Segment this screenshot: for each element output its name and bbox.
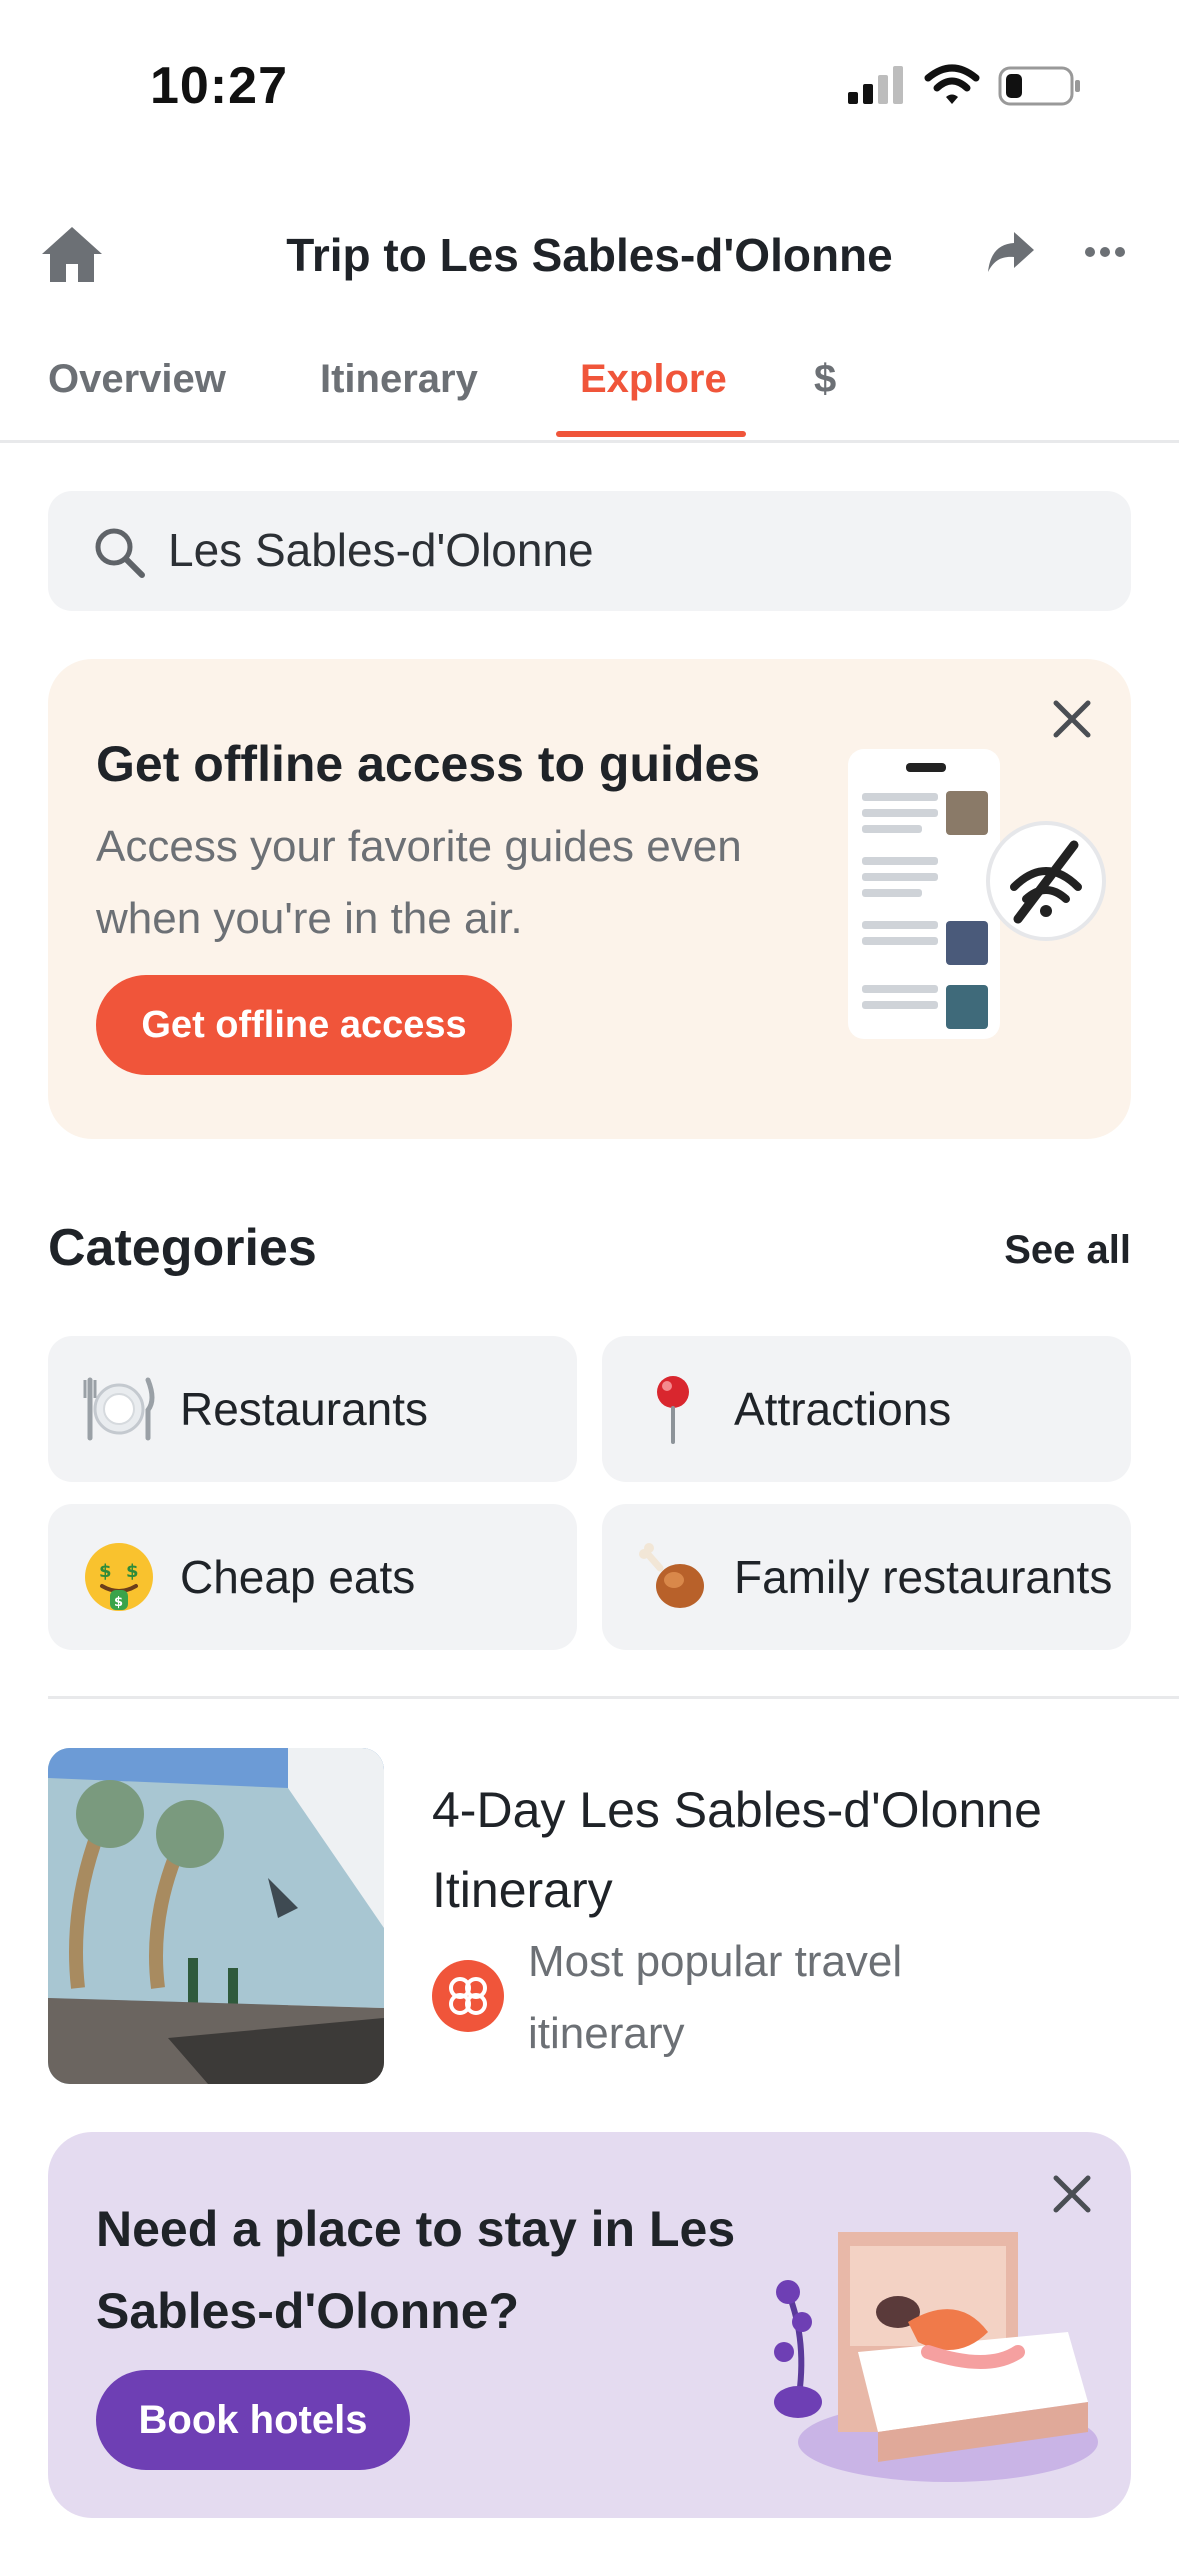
hotel-banner-title: Need a place to stay in Les Sables-d'Olo… — [96, 2201, 736, 2339]
section-divider — [48, 1696, 1179, 1699]
popular-badge-icon — [432, 1960, 504, 2032]
get-offline-access-button[interactable]: Get offline access — [96, 975, 512, 1075]
offline-access-banner: Get offline access to guides Access your… — [48, 659, 1131, 1139]
svg-text:$: $ — [126, 1561, 139, 1582]
offline-banner-body: Access your favorite guides even when yo… — [96, 822, 742, 943]
category-label: Family restaurants — [734, 1551, 1113, 1603]
status-time: 10:27 — [150, 57, 288, 115]
tab-explore[interactable]: Explore — [580, 357, 727, 402]
search-value: Les Sables-d'Olonne — [168, 524, 594, 576]
close-icon[interactable] — [1050, 697, 1094, 741]
guide-thumbnail-image — [48, 1748, 384, 2084]
plate-cutlery-icon — [83, 1377, 155, 1441]
offline-banner-title: Get offline access to guides — [96, 736, 761, 792]
map-pin-icon — [657, 1376, 689, 1444]
hotel-promo-banner: Need a place to stay in Les Sables-d'Olo… — [48, 2132, 1131, 2518]
cellular-signal-icon — [848, 66, 903, 104]
tab-bar: Overview Itinerary Explore $ — [0, 345, 1179, 443]
search-input[interactable]: Les Sables-d'Olonne — [48, 491, 1131, 611]
svg-text:$: $ — [99, 1561, 112, 1582]
trip-header: Trip to Les Sables-d'Olonne — [0, 200, 1179, 310]
category-label: Restaurants — [180, 1383, 429, 1435]
share-icon[interactable] — [986, 230, 1036, 274]
tab-itinerary[interactable]: Itinerary — [320, 357, 478, 402]
tab-budget[interactable]: $ — [814, 357, 836, 402]
more-options-icon[interactable] — [1084, 244, 1126, 260]
money-mouth-face-icon: $ $ $ — [85, 1543, 153, 1611]
search-icon — [95, 528, 145, 578]
guide-subtitle: Most popular travel itinerary — [528, 1937, 903, 2058]
category-attractions[interactable]: Attractions — [602, 1336, 1131, 1482]
status-bar: 10:27 — [0, 0, 1179, 170]
see-all-link[interactable]: See all — [1004, 1228, 1131, 1273]
guide-list-item[interactable]: 4-Day Les Sables-d'Olonne Itinerary Most… — [48, 1748, 1131, 2084]
svg-text:$: $ — [114, 1595, 123, 1610]
guide-title: 4-Day Les Sables-d'Olonne Itinerary — [432, 1782, 1042, 1918]
active-tab-indicator — [556, 431, 746, 437]
category-restaurants[interactable]: Restaurants — [48, 1336, 577, 1482]
wifi-icon — [924, 64, 980, 104]
bed-illustration — [774, 2232, 1098, 2482]
category-cheap-eats[interactable]: $ $ $ Cheap eats — [48, 1504, 577, 1650]
poultry-leg-icon — [639, 1543, 704, 1608]
categories-heading: Categories — [48, 1219, 317, 1277]
book-hotels-button[interactable]: Book hotels — [96, 2370, 410, 2470]
category-label: Cheap eats — [180, 1551, 416, 1603]
battery-icon — [998, 66, 1080, 106]
category-family-restaurants[interactable]: Family restaurants — [602, 1504, 1131, 1650]
offline-phone-illustration — [848, 749, 1106, 1039]
category-label: Attractions — [734, 1383, 952, 1435]
tab-overview[interactable]: Overview — [48, 357, 226, 402]
